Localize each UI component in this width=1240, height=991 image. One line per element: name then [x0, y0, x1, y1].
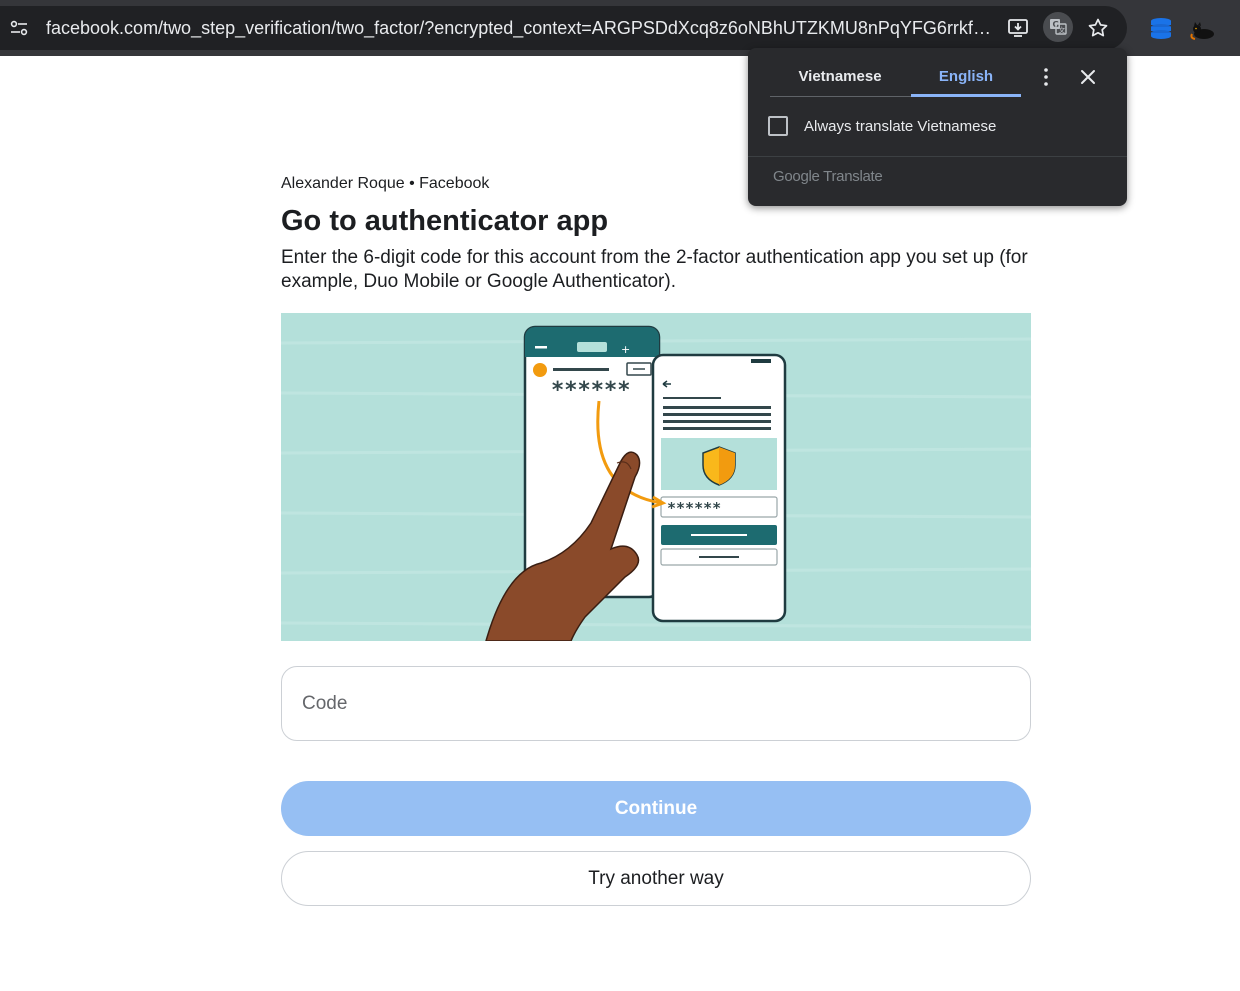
install-app-icon[interactable] — [1006, 16, 1030, 40]
google-translate-logo: Google Translate — [773, 168, 883, 185]
always-translate-checkbox[interactable] — [768, 116, 788, 136]
continue-button[interactable]: Continue — [281, 781, 1031, 836]
svg-text:+: + — [621, 343, 630, 356]
page-description: Enter the 6-digit code for this account … — [281, 247, 1028, 292]
more-options-icon[interactable] — [1036, 65, 1056, 89]
database-extension-icon[interactable] — [1149, 16, 1173, 40]
popup-divider — [748, 156, 1127, 157]
translate-popup: Vietnamese English Always translate Viet… — [748, 48, 1127, 206]
always-translate-row[interactable]: Always translate Vietnamese — [768, 114, 996, 138]
code-field[interactable] — [281, 666, 1031, 741]
illustration-masked-code-left: ****** — [551, 378, 630, 403]
tab-target-language[interactable]: English — [911, 60, 1021, 96]
active-tab-indicator — [911, 94, 1021, 97]
code-input[interactable] — [282, 667, 1030, 740]
tab-source-language[interactable]: Vietnamese — [770, 60, 910, 96]
svg-text:文: 文 — [1058, 26, 1065, 35]
always-translate-label: Always translate Vietnamese — [804, 117, 997, 135]
address-bar[interactable]: facebook.com/two_step_verification/two_f… — [0, 6, 1127, 50]
translate-icon[interactable]: G 文 — [1043, 12, 1073, 42]
close-icon[interactable] — [1078, 67, 1098, 87]
try-another-way-button[interactable]: Try another way — [281, 851, 1031, 906]
illustration-masked-code-right: ****** — [667, 499, 721, 517]
cat-extension-icon[interactable] — [1190, 18, 1218, 42]
authenticator-illustration: + ****** ****** — [281, 313, 1031, 641]
site-info-icon[interactable] — [8, 17, 30, 39]
page-title: Go to authenticator app — [281, 205, 609, 237]
bookmark-star-icon[interactable] — [1086, 16, 1110, 40]
url-text[interactable]: facebook.com/two_step_verification/two_f… — [46, 17, 996, 39]
illustration-graphic: + ****** ****** — [281, 325, 1031, 641]
